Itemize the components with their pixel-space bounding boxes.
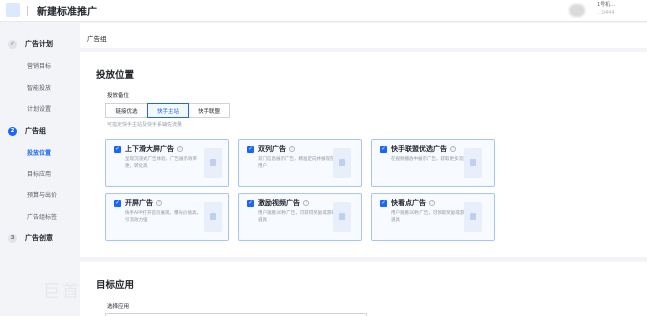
option-description: 双门信息展示广告，精准定向并展现在用户: [258, 157, 335, 169]
checkbox-checked-icon[interactable]: ✓: [247, 200, 254, 207]
watermark: 巨首: [43, 282, 81, 302]
step-label: 广告计划: [25, 40, 53, 48]
step-ad-creative[interactable]: 3 广告创意: [8, 233, 53, 243]
checkbox-checked-icon[interactable]: ✓: [380, 146, 387, 153]
header-divider: [27, 6, 28, 16]
option-title: 激励视频广告?: [258, 199, 309, 207]
phone-preview-icon: [204, 148, 222, 178]
help-icon[interactable]: ?: [303, 200, 309, 206]
target-app-field-label: 选择应用: [107, 304, 130, 310]
step-number-2-icon: 2: [8, 126, 17, 136]
phone-preview-icon: [333, 202, 351, 232]
phone-preview-icon: [464, 202, 482, 232]
sidebar-item-plan-settings[interactable]: 计划设置: [27, 104, 51, 113]
sidebar-item-group-tags[interactable]: 广告组标签: [27, 212, 57, 221]
option-description: 快手APP打开首页展现，曝光价值高，引流效力强: [125, 211, 202, 223]
user-name: 1号机...: [597, 2, 615, 8]
user-id: ...0444: [597, 10, 615, 16]
user-info[interactable]: 1号机... ...0444: [597, 1, 645, 21]
option-description: 用户观看30秒广告，可领取奖励或游戏道具: [391, 211, 469, 223]
sidebar-item-target-app[interactable]: 目标应用: [27, 169, 51, 178]
checkbox-checked-icon[interactable]: ✓: [380, 200, 387, 207]
top-bar: 新建标准推广 1号机... ...0444: [0, 0, 647, 22]
option-title: 上下滑大屏广告?: [125, 145, 183, 153]
placement-option-card[interactable]: ✓ 上下滑大屏广告? 呈现沉浸式广告体验，广告展示效率更，转化高: [105, 139, 229, 187]
placement-section-title: 投放位置: [96, 70, 135, 81]
segment-link-optimized[interactable]: 链接优选: [105, 103, 148, 118]
breadcrumb: 广告组: [87, 35, 107, 43]
phone-preview-icon: [204, 202, 222, 232]
phone-preview-icon: [333, 148, 351, 178]
check-icon: ✓: [8, 39, 17, 49]
checkbox-checked-icon[interactable]: ✓: [247, 146, 254, 153]
help-icon[interactable]: ?: [429, 200, 435, 206]
step-ad-plan[interactable]: ✓ 广告计划: [8, 39, 53, 49]
step-ad-group[interactable]: 2 广告组: [8, 126, 46, 136]
app-logo-icon: [6, 3, 20, 17]
option-description: 呈现沉浸式广告体验，广告展示效率更，转化高: [125, 157, 197, 169]
help-icon[interactable]: ?: [177, 146, 183, 152]
option-description: 在视频播放中展示广告，获取更多流量: [391, 157, 468, 162]
help-icon[interactable]: ?: [289, 146, 295, 152]
sidebar-item-placement[interactable]: 投放位置: [27, 148, 51, 157]
placement-option-card[interactable]: ✓ 双列广告? 双门信息展示广告，精准定向并展现在用户: [238, 139, 362, 187]
option-title: 双列广告?: [258, 145, 295, 153]
checkbox-checked-icon[interactable]: ✓: [114, 200, 121, 207]
placement-hint: 可指定快手主站及快手系辅佐流量: [107, 122, 183, 128]
user-avatar[interactable]: [569, 4, 585, 17]
placement-option-card[interactable]: ✓ 快看点广告? 用户观看30秒广告，可领取奖励或游戏道具: [371, 193, 495, 241]
step-label: 广告组: [25, 127, 46, 135]
step-number-3-icon: 3: [8, 233, 17, 243]
checkbox-checked-icon[interactable]: ✓: [114, 146, 121, 153]
phone-preview-icon: [464, 148, 482, 178]
sidebar-item-marketing-goal[interactable]: 营销目标: [27, 61, 51, 70]
target-app-card: [80, 262, 647, 316]
option-description: 用户观看30秒广告，可获得奖励或游戏道具: [258, 211, 336, 223]
breadcrumb-panel: [80, 23, 647, 48]
help-icon[interactable]: ?: [156, 200, 162, 206]
placement-option-card[interactable]: ✓ 激励视频广告? 用户观看30秒广告，可获得奖励或游戏道具: [238, 193, 362, 241]
step-label: 广告创意: [25, 234, 53, 242]
option-title: 快手联盟优选广告?: [391, 145, 456, 153]
placement-option-card[interactable]: ✓ 快手联盟优选广告? 在视频播放中展示广告，获取更多流量: [371, 139, 495, 187]
placement-option-card[interactable]: ✓ 开屏广告? 快手APP打开首页展现，曝光价值高，引流效力强: [105, 193, 229, 241]
sidebar-item-smart-delivery[interactable]: 智能投放: [27, 83, 51, 92]
placement-field-label: 投放备位: [107, 93, 130, 99]
target-app-section-title: 目标应用: [96, 280, 135, 291]
option-title: 开屏广告?: [125, 199, 162, 207]
sidebar-item-budget-bid[interactable]: 预算与出价: [27, 190, 57, 199]
segment-kuaishou-main[interactable]: 快手主站: [147, 103, 189, 118]
help-icon[interactable]: ?: [450, 146, 456, 152]
page-title: 新建标准推广: [37, 7, 97, 18]
placement-segmented-control: 链接优选 快手主站 快手联盟: [105, 103, 230, 118]
segment-kuaishou-union[interactable]: 快手联盟: [188, 103, 230, 118]
option-title: 快看点广告?: [391, 199, 435, 207]
